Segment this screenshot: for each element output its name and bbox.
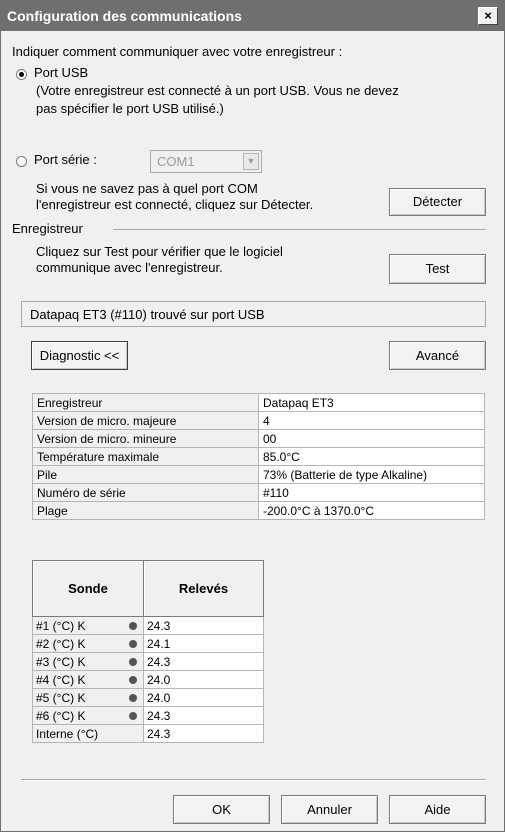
table-row: Pile 73% (Batterie de type Alkaline) — [32, 465, 485, 484]
probe-value: 24.3 — [143, 724, 264, 743]
probe-label: #1 (°C) K — [36, 618, 86, 633]
title-bar: Configuration des communications × — [1, 1, 504, 31]
usb-label[interactable]: Port USB — [34, 65, 88, 80]
info-value: 73% (Batterie de type Alkaline) — [258, 465, 485, 484]
probe-label: #4 (°C) K — [36, 672, 86, 687]
probe-status-dot-icon — [129, 640, 137, 648]
table-row: #3 (°C) K 24.3 — [32, 652, 264, 671]
serial-help-line2: l'enregistreur est connecté, cliquez sur… — [36, 197, 314, 212]
probe-label: #5 (°C) K — [36, 690, 86, 705]
info-key: Pile — [32, 465, 259, 484]
probe-value: 24.3 — [143, 616, 264, 635]
test-help-line2: communique avec l'enregistreur. — [36, 260, 223, 275]
close-button[interactable]: × — [478, 7, 498, 25]
info-value: 4 — [258, 411, 485, 430]
probe-label: Interne (°C) — [36, 726, 99, 741]
table-row: Interne (°C) 24.3 — [32, 724, 264, 743]
info-key: Enregistreur — [32, 393, 259, 412]
cancel-button[interactable]: Annuler — [281, 795, 378, 824]
table-row: Enregistreur Datapaq ET3 — [32, 393, 485, 412]
probe-status-dot-icon — [129, 658, 137, 666]
table-row: #4 (°C) K 24.0 — [32, 670, 264, 689]
ok-button[interactable]: OK — [173, 795, 270, 824]
help-button[interactable]: Aide — [389, 795, 486, 824]
bottom-divider — [21, 779, 486, 781]
info-value: #110 — [258, 483, 485, 502]
probe-name: #2 (°C) K — [32, 634, 144, 653]
group-divider — [113, 229, 486, 230]
test-help-line1: Cliquez sur Test pour vérifier que le lo… — [36, 244, 283, 259]
table-header-row: Sonde Relevés — [32, 560, 264, 617]
probe-status-dot-icon — [129, 676, 137, 684]
logger-group-title: Enregistreur — [12, 221, 83, 236]
info-key: Plage — [32, 501, 259, 520]
logger-info-table: Enregistreur Datapaq ET3 Version de micro… — [32, 393, 485, 520]
serial-radio[interactable] — [16, 156, 27, 167]
table-row: #1 (°C) K 24.3 — [32, 616, 264, 635]
probe-value: 24.3 — [143, 652, 264, 671]
serial-help-line1: Si vous ne savez pas à quel port COM — [36, 181, 258, 196]
status-field: Datapaq ET3 (#110) trouvé sur port USB — [21, 301, 486, 327]
probe-name: #3 (°C) K — [32, 652, 144, 671]
info-value: 00 — [258, 429, 485, 448]
probe-value: 24.0 — [143, 688, 264, 707]
probe-column-header[interactable]: Sonde — [32, 560, 144, 617]
probe-name: #1 (°C) K — [32, 616, 144, 635]
info-key: Température maximale — [32, 447, 259, 466]
table-row: Température maximale 85.0°C — [32, 447, 485, 466]
advanced-button[interactable]: Avancé — [389, 341, 486, 370]
com-port-select[interactable]: COM1 ▼ — [150, 150, 262, 173]
diagnostic-button[interactable]: Diagnostic << — [31, 341, 128, 370]
dialog-title: Configuration des communications — [7, 8, 242, 24]
radio-selected-dot — [19, 72, 24, 77]
info-value: Datapaq ET3 — [258, 393, 485, 412]
chevron-down-icon[interactable]: ▼ — [243, 153, 259, 170]
table-row: #2 (°C) K 24.1 — [32, 634, 264, 653]
table-row: #5 (°C) K 24.0 — [32, 688, 264, 707]
probe-value: 24.3 — [143, 706, 264, 725]
probe-value: 24.0 — [143, 670, 264, 689]
intro-text: Indiquer comment communiquer avec votre … — [12, 44, 343, 59]
test-button[interactable]: Test — [389, 254, 486, 284]
probe-value: 24.1 — [143, 634, 264, 653]
table-row: #6 (°C) K 24.3 — [32, 706, 264, 725]
table-row: Version de micro. mineure 00 — [32, 429, 485, 448]
serial-label[interactable]: Port série : — [34, 152, 97, 167]
info-key: Version de micro. mineure — [32, 429, 259, 448]
probe-name: #4 (°C) K — [32, 670, 144, 689]
probe-status-dot-icon — [129, 694, 137, 702]
table-row: Plage -200.0°C à 1370.0°C — [32, 501, 485, 520]
usb-desc-line1: (Votre enregistreur est connecté à un po… — [36, 83, 399, 98]
info-value: -200.0°C à 1370.0°C — [258, 501, 485, 520]
dialog-window: Configuration des communications × Indiq… — [0, 0, 505, 832]
readings-column-header[interactable]: Relevés — [143, 560, 264, 617]
probe-label: #3 (°C) K — [36, 654, 86, 669]
info-key: Numéro de série — [32, 483, 259, 502]
probe-status-dot-icon — [129, 622, 137, 630]
info-key: Version de micro. majeure — [32, 411, 259, 430]
usb-radio[interactable] — [16, 69, 27, 80]
usb-desc-line2: pas spécifier le port USB utilisé.) — [36, 101, 224, 116]
table-row: Numéro de série #110 — [32, 483, 485, 502]
probe-status-dot-icon — [129, 712, 137, 720]
probe-label: #2 (°C) K — [36, 636, 86, 651]
table-row: Version de micro. majeure 4 — [32, 411, 485, 430]
com-port-value: COM1 — [157, 154, 195, 169]
info-value: 85.0°C — [258, 447, 485, 466]
status-text: Datapaq ET3 (#110) trouvé sur port USB — [30, 307, 265, 322]
probe-name: Interne (°C) — [32, 724, 144, 743]
detect-button[interactable]: Détecter — [389, 188, 486, 216]
probe-label: #6 (°C) K — [36, 708, 86, 723]
probe-name: #6 (°C) K — [32, 706, 144, 725]
probe-readings-table: Sonde Relevés #1 (°C) K 24.3 #2 (°C) K 24.… — [32, 560, 264, 743]
probe-name: #5 (°C) K — [32, 688, 144, 707]
